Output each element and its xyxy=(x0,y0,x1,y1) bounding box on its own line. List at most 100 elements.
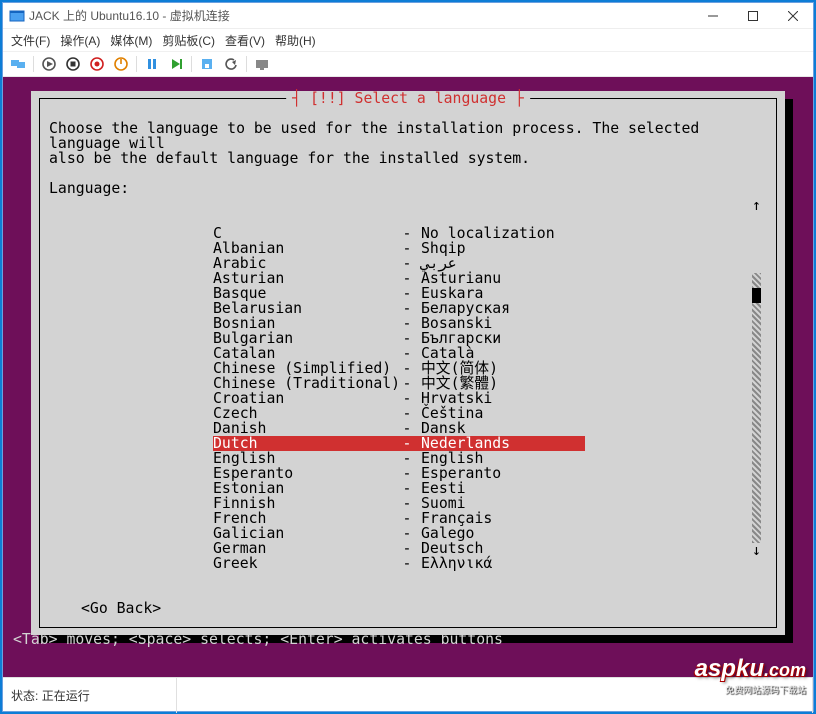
language-item[interactable]: Asturian-Asturianu xyxy=(49,271,767,286)
language-name: Bosnian xyxy=(213,316,393,331)
language-item[interactable]: Bosnian-Bosanski xyxy=(49,316,767,331)
language-native: Nederlands xyxy=(421,436,585,451)
start-icon[interactable] xyxy=(40,55,58,73)
dash: - xyxy=(393,511,421,526)
language-list[interactable]: C-No localizationAlbanian-ShqipArabic-عر… xyxy=(49,226,767,571)
language-item[interactable]: Esperanto-Esperanto xyxy=(49,466,767,481)
language-item[interactable]: Arabic-عربي xyxy=(49,256,767,271)
language-name: Basque xyxy=(213,286,393,301)
menu-file[interactable]: 文件(F) xyxy=(11,32,50,49)
language-name: C xyxy=(213,226,393,241)
language-native: Esperanto xyxy=(421,466,767,481)
language-item[interactable]: Chinese (Simplified)-中文(简体) xyxy=(49,361,767,376)
window-controls xyxy=(693,3,813,29)
status-cell: 状态: 正在运行 xyxy=(3,678,177,713)
language-item[interactable]: French-Français xyxy=(49,511,767,526)
language-item[interactable]: Dutch-Nederlands xyxy=(213,436,585,451)
menu-clipboard[interactable]: 剪贴板(C) xyxy=(162,32,215,49)
checkpoint-icon[interactable] xyxy=(198,55,216,73)
menu-view[interactable]: 查看(V) xyxy=(225,32,265,49)
dash: - xyxy=(393,496,421,511)
language-name: Chinese (Simplified) xyxy=(213,361,393,376)
dash: - xyxy=(393,226,421,241)
scroll-up-arrow[interactable]: ↑ xyxy=(752,198,761,213)
menu-media[interactable]: 媒体(M) xyxy=(110,32,152,49)
dash: - xyxy=(393,331,421,346)
minimize-button[interactable] xyxy=(693,3,733,29)
dash: - xyxy=(393,406,421,421)
pause-icon[interactable] xyxy=(143,55,161,73)
dash: - xyxy=(393,376,421,391)
dash: - xyxy=(393,256,421,271)
close-button[interactable] xyxy=(773,3,813,29)
reset-icon[interactable] xyxy=(167,55,185,73)
language-name: Chinese (Traditional) xyxy=(213,376,393,391)
separator xyxy=(246,56,247,72)
go-back-button[interactable]: <Go Back> xyxy=(81,601,767,616)
dash: - xyxy=(393,451,421,466)
shutdown-icon[interactable] xyxy=(88,55,106,73)
language-item[interactable]: Greek-Ελληνικά xyxy=(49,556,767,571)
language-item[interactable]: C-No localization xyxy=(49,226,767,241)
language-item[interactable]: Bulgarian-Български xyxy=(49,331,767,346)
language-name: Albanian xyxy=(213,241,393,256)
dash: - xyxy=(393,481,421,496)
language-item[interactable]: Belarusian-Беларуская xyxy=(49,301,767,316)
scroll-down-arrow[interactable]: ↓ xyxy=(752,543,761,558)
language-item[interactable]: Albanian-Shqip xyxy=(49,241,767,256)
titlebar: JACK 上的 Ubuntu16.10 - 虚拟机连接 xyxy=(3,3,813,29)
ctrl-alt-del-icon[interactable] xyxy=(9,55,27,73)
language-native: Euskara xyxy=(421,286,767,301)
dash: - xyxy=(393,301,421,316)
dash: - xyxy=(393,316,421,331)
language-name: Estonian xyxy=(213,481,393,496)
dash: - xyxy=(393,271,421,286)
language-name: Bulgarian xyxy=(213,331,393,346)
language-item[interactable]: Croatian-Hrvatski xyxy=(49,391,767,406)
language-name: Catalan xyxy=(213,346,393,361)
language-native: Dansk xyxy=(421,421,767,436)
language-native: 中文(简体) xyxy=(421,361,767,376)
dash: - xyxy=(393,286,421,301)
language-name: Croatian xyxy=(213,391,393,406)
scroll-track[interactable] xyxy=(752,273,761,543)
revert-icon[interactable] xyxy=(222,55,240,73)
language-name: Belarusian xyxy=(213,301,393,316)
language-native: Eesti xyxy=(421,481,767,496)
dialog-body: Choose the language to be used for the i… xyxy=(49,121,767,616)
menu-help[interactable]: 帮助(H) xyxy=(275,32,316,49)
language-item[interactable]: English-English xyxy=(49,451,767,466)
language-item[interactable]: Basque-Euskara xyxy=(49,286,767,301)
language-native: Čeština xyxy=(421,406,767,421)
separator xyxy=(33,56,34,72)
language-item[interactable]: Finnish-Suomi xyxy=(49,496,767,511)
scroll-column: ↑ ↓ xyxy=(752,198,761,558)
language-name: German xyxy=(213,541,393,556)
app-icon xyxy=(9,8,25,24)
enhanced-session-icon[interactable] xyxy=(253,55,271,73)
language-item[interactable]: Galician-Galego xyxy=(49,526,767,541)
scroll-thumb[interactable] xyxy=(752,288,761,303)
dash: - xyxy=(393,391,421,406)
language-name: Danish xyxy=(213,421,393,436)
language-item[interactable]: Danish-Dansk xyxy=(49,421,767,436)
dash: - xyxy=(393,526,421,541)
language-item[interactable]: German-Deutsch xyxy=(49,541,767,556)
language-item[interactable]: Chinese (Traditional)-中文(繁體) xyxy=(49,376,767,391)
save-icon[interactable] xyxy=(112,55,130,73)
turnoff-icon[interactable] xyxy=(64,55,82,73)
language-item[interactable]: Estonian-Eesti xyxy=(49,481,767,496)
maximize-button[interactable] xyxy=(733,3,773,29)
dash: - xyxy=(393,241,421,256)
language-native: Galego xyxy=(421,526,767,541)
language-native: Deutsch xyxy=(421,541,767,556)
language-item[interactable]: Catalan-Català xyxy=(49,346,767,361)
menu-action[interactable]: 操作(A) xyxy=(60,32,100,49)
language-name: Greek xyxy=(213,556,393,571)
language-dialog: ┤ [!!] Select a language ├ Choose the la… xyxy=(31,91,785,635)
language-item[interactable]: Czech-Čeština xyxy=(49,406,767,421)
status-cell-empty xyxy=(177,678,813,713)
keyboard-hint: <Tab> moves; <Space> selects; <Enter> ac… xyxy=(13,632,503,647)
menubar: 文件(F) 操作(A) 媒体(M) 剪贴板(C) 查看(V) 帮助(H) xyxy=(3,29,813,51)
language-native: English xyxy=(421,451,767,466)
